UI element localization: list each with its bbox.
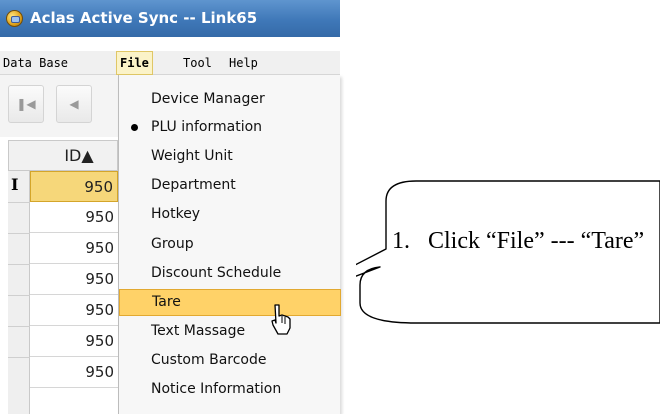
menu-item-hotkey[interactable]: Hotkey <box>119 201 341 228</box>
radio-bullet-icon <box>131 124 138 131</box>
menu-item-discount-schedule[interactable]: Discount Schedule <box>119 260 341 287</box>
menu-item-plu-information[interactable]: PLU information <box>119 114 341 141</box>
menu-item-label: PLU information <box>151 119 263 135</box>
menu-bar: Data Base File Tool Help <box>0 51 340 75</box>
menu-item-department[interactable]: Department <box>119 172 341 199</box>
row-divider <box>8 233 30 234</box>
current-row-indicator: I <box>11 175 19 194</box>
menu-item-tare[interactable]: Tare <box>119 289 341 316</box>
menu-item-device-manager[interactable]: Device Manager <box>119 86 341 113</box>
table-row[interactable]: 950 <box>30 264 118 295</box>
row-divider <box>8 295 30 296</box>
row-divider <box>8 326 30 327</box>
table-row[interactable]: 950 <box>30 357 118 388</box>
table-row[interactable]: 950 <box>30 233 118 264</box>
row-divider <box>8 264 30 265</box>
file-menu-dropdown: Device Manager PLU information Weight Un… <box>118 75 341 414</box>
menu-item-label: Hotkey <box>151 206 201 222</box>
menu-data-base[interactable]: Data Base <box>0 51 71 75</box>
menu-item-label: Group <box>151 236 194 252</box>
table-row[interactable]: 950 <box>30 202 118 233</box>
menu-item-weight-unit[interactable]: Weight Unit <box>119 143 341 170</box>
row-indicator-column <box>8 171 30 414</box>
prev-record-icon[interactable]: ◀ <box>56 85 92 123</box>
row-divider <box>8 202 30 203</box>
row-divider <box>8 357 30 358</box>
column-header-id[interactable]: ID▲ <box>39 141 119 170</box>
plu-grid: ID▲ I 950 950 950 950 950 950 950 <box>0 137 118 414</box>
grid-header: ID▲ <box>8 140 118 171</box>
menu-help[interactable]: Help <box>226 51 261 75</box>
table-row[interactable]: 950 <box>30 295 118 326</box>
menu-item-label: Device Manager <box>151 91 265 107</box>
menu-item-label: Notice Information <box>151 381 282 397</box>
menu-item-group[interactable]: Group <box>119 231 341 258</box>
table-row[interactable]: 950 <box>30 326 118 357</box>
menu-tool[interactable]: Tool <box>180 51 215 75</box>
menu-item-label: Tare <box>152 294 181 310</box>
menu-item-text-massage[interactable]: Text Massage <box>119 318 341 345</box>
first-record-icon[interactable]: ❚◀ <box>8 85 44 123</box>
app-globe-icon <box>6 10 23 27</box>
menu-item-custom-barcode[interactable]: Custom Barcode <box>119 347 341 374</box>
menu-item-label: Discount Schedule <box>151 265 282 281</box>
step-instruction: Click “File” --- “Tare” <box>428 228 645 254</box>
menu-item-notice-information[interactable]: Notice Information <box>119 376 341 403</box>
record-navigator: ❚◀ ◀ <box>0 75 118 137</box>
window-title: Aclas Active Sync -- Link65 <box>30 9 258 27</box>
menu-file[interactable]: File <box>116 51 153 75</box>
menu-item-label: Weight Unit <box>151 148 233 164</box>
step-number: 1. <box>392 228 410 254</box>
window-titlebar: Aclas Active Sync -- Link65 <box>0 0 340 37</box>
hand-cursor-icon <box>271 304 291 335</box>
menu-item-label: Custom Barcode <box>151 352 267 368</box>
menu-item-label: Text Massage <box>151 323 246 339</box>
menu-item-label: Department <box>151 177 236 193</box>
table-row[interactable]: 950 <box>30 171 118 202</box>
